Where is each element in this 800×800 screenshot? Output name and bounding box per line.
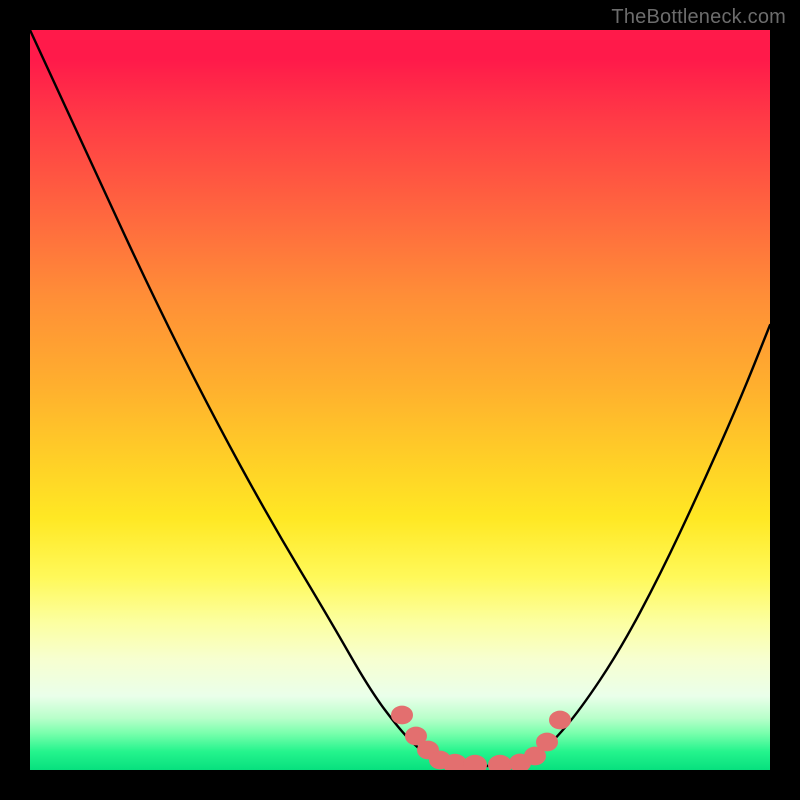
plot-area [30,30,770,770]
valley-marker [549,711,571,730]
curve-layer [30,30,770,770]
valley-marker [536,733,558,752]
valley-marker [463,755,487,770]
valley-marker [488,755,512,770]
watermark-text: TheBottleneck.com [611,6,786,29]
valley-marker [391,706,413,725]
outer-frame: TheBottleneck.com [0,0,800,800]
bottleneck-curve [30,30,770,766]
valley-markers [391,706,571,770]
